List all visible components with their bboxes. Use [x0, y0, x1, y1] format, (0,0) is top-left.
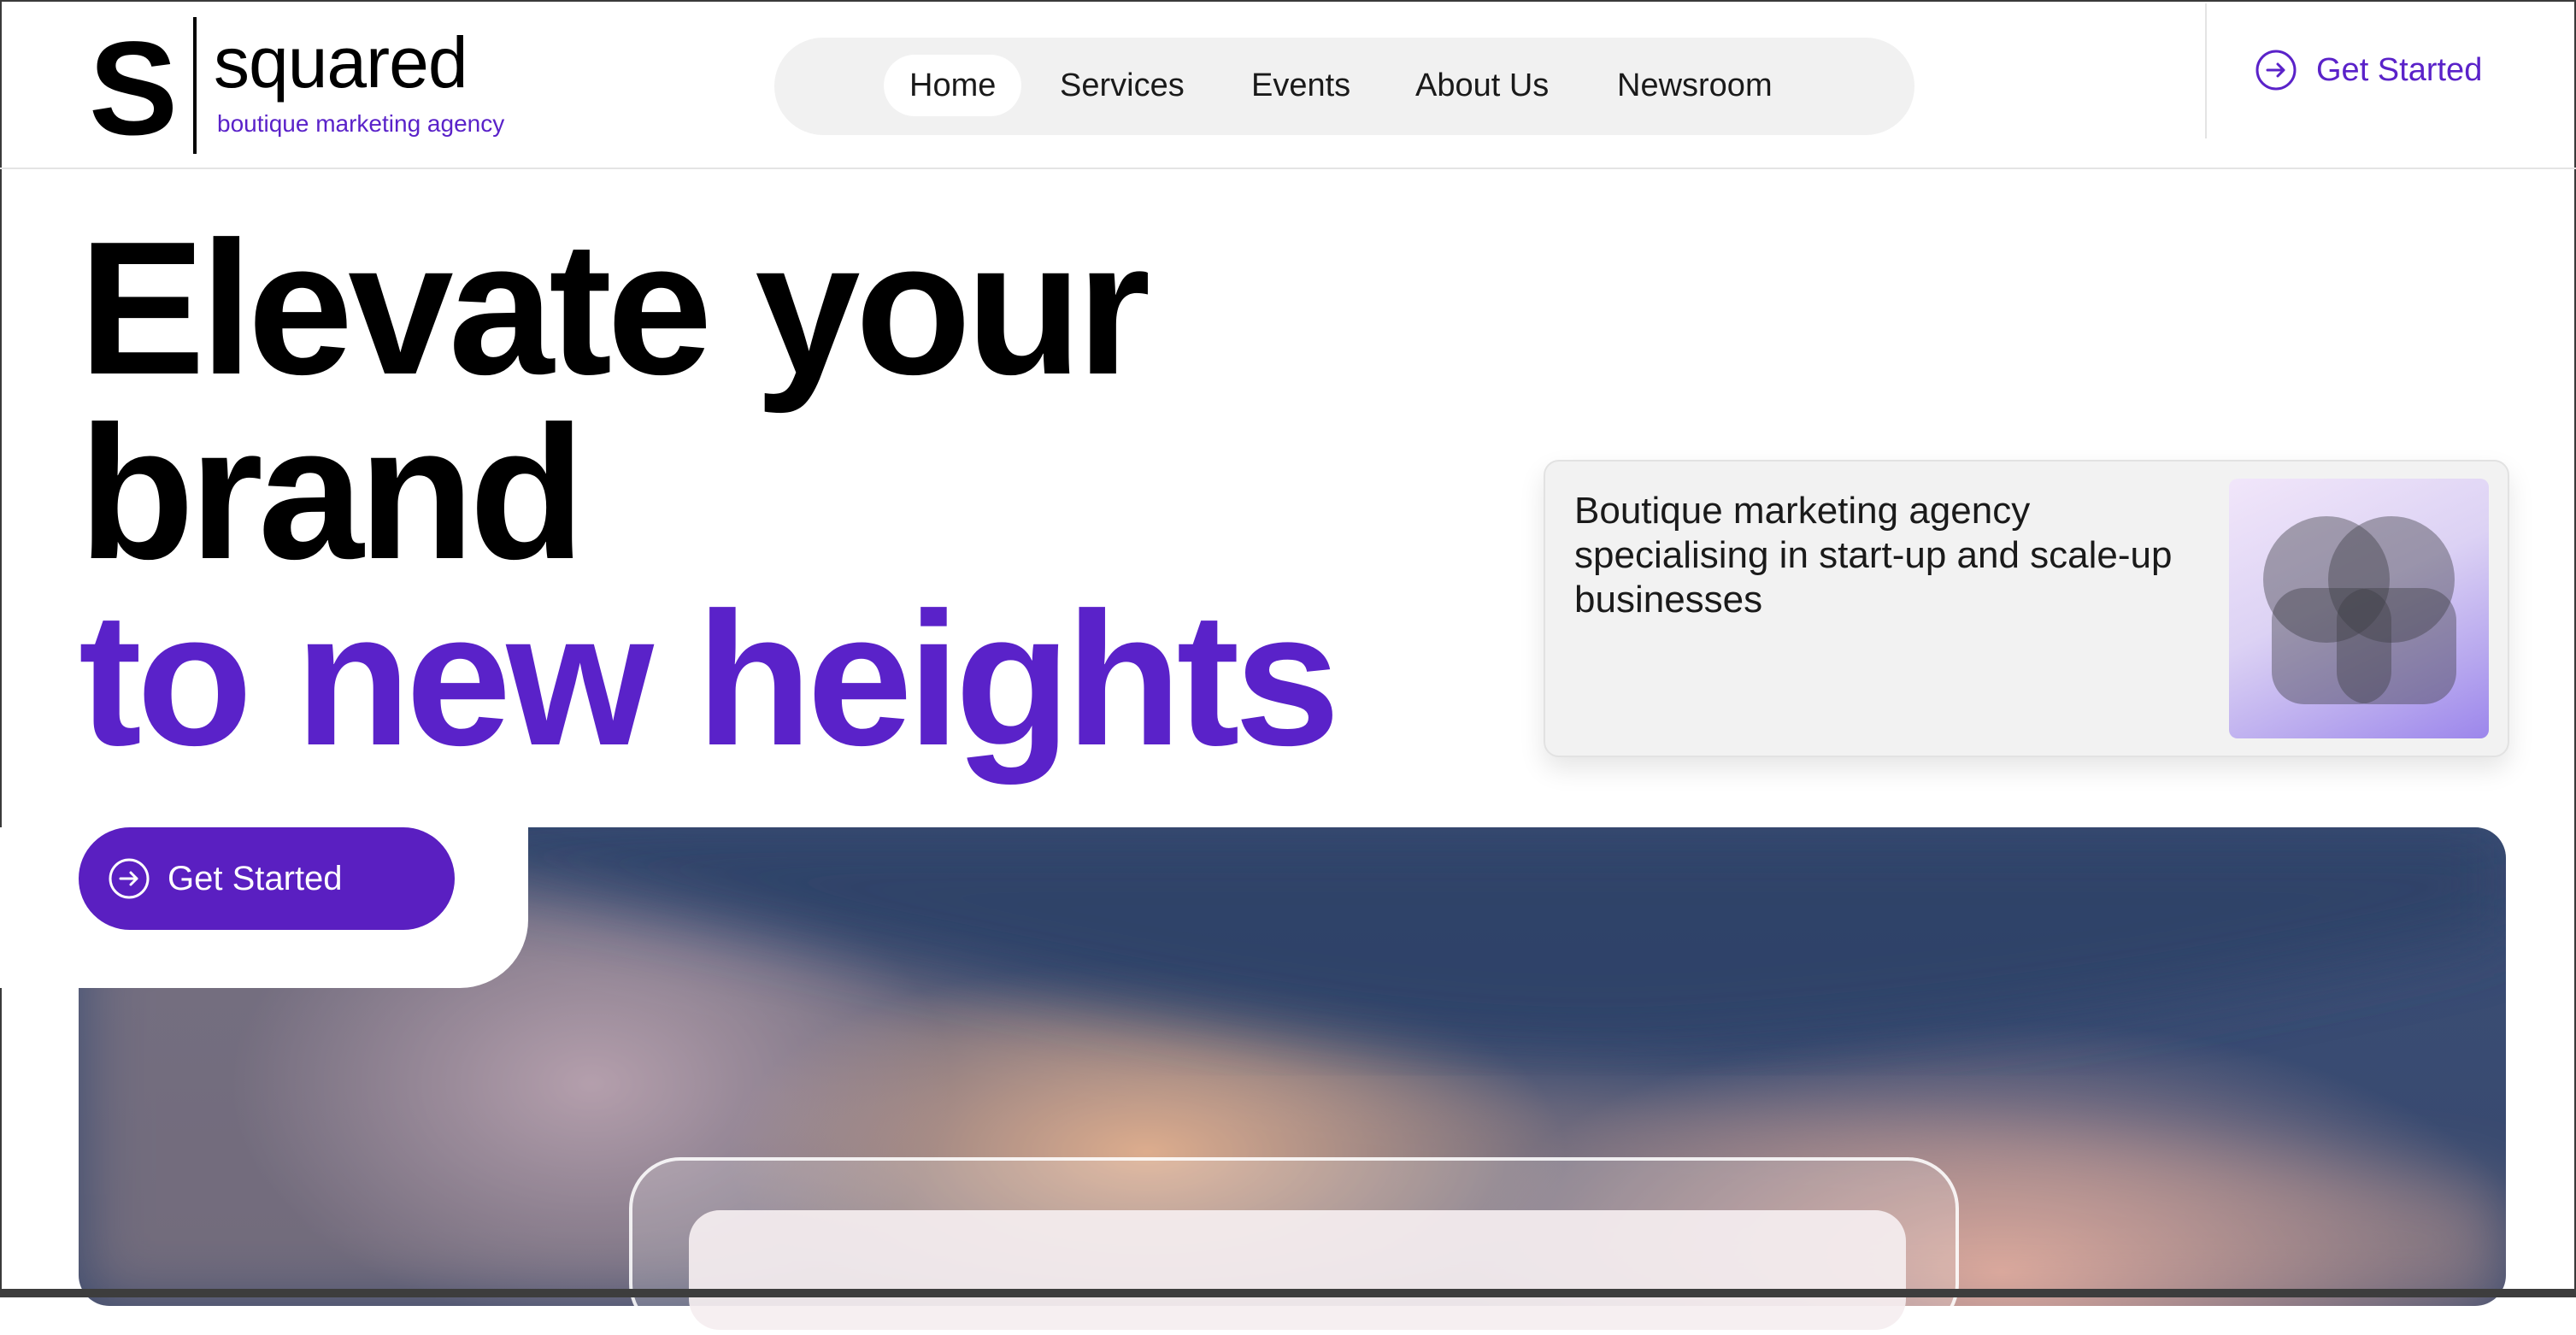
arrow-right-circle-icon	[109, 858, 150, 899]
header-get-started-label: Get Started	[2316, 51, 2483, 88]
logo-divider	[193, 17, 197, 154]
header-divider	[2205, 3, 2207, 138]
nav-item-services[interactable]: Services	[1060, 55, 1185, 116]
nav-item-newsroom[interactable]: Newsroom	[1617, 55, 1773, 116]
hero-heading-line-1: Elevate your	[79, 203, 1150, 415]
nav-item-about-us[interactable]: About Us	[1415, 55, 1549, 116]
logo-mark: S	[89, 15, 178, 163]
brand-logo[interactable]: S squared boutique marketing agency	[89, 17, 533, 159]
overlapping-circles-graphic	[2229, 479, 2489, 738]
info-card: Boutique marketing agency specialising i…	[1544, 460, 2509, 757]
hero-get-started-label: Get Started	[168, 859, 343, 897]
nav-item-events[interactable]: Events	[1251, 55, 1350, 116]
hero-heading-line-2: brand	[79, 387, 585, 599]
hero-get-started-button[interactable]: Get Started	[79, 827, 455, 930]
window-frame-left	[0, 0, 2, 1297]
site-header: S squared boutique marketing agency Home…	[0, 2, 2576, 169]
window-frame-bottom	[0, 1289, 2576, 1297]
hero-heading-line-3: to new heights	[79, 573, 1340, 785]
logo-tagline: boutique marketing agency	[217, 110, 505, 137]
logo-wordmark: squared	[214, 22, 468, 103]
header-get-started-button[interactable]: Get Started	[2255, 46, 2482, 94]
info-card-text: Boutique marketing agency specialising i…	[1574, 490, 2173, 620]
glass-panel-content	[689, 1210, 1906, 1330]
arrow-right-circle-icon	[2255, 50, 2297, 91]
main-nav: Home Services Events About Us Newsroom	[774, 38, 1914, 135]
nav-item-home[interactable]: Home	[884, 55, 1022, 116]
